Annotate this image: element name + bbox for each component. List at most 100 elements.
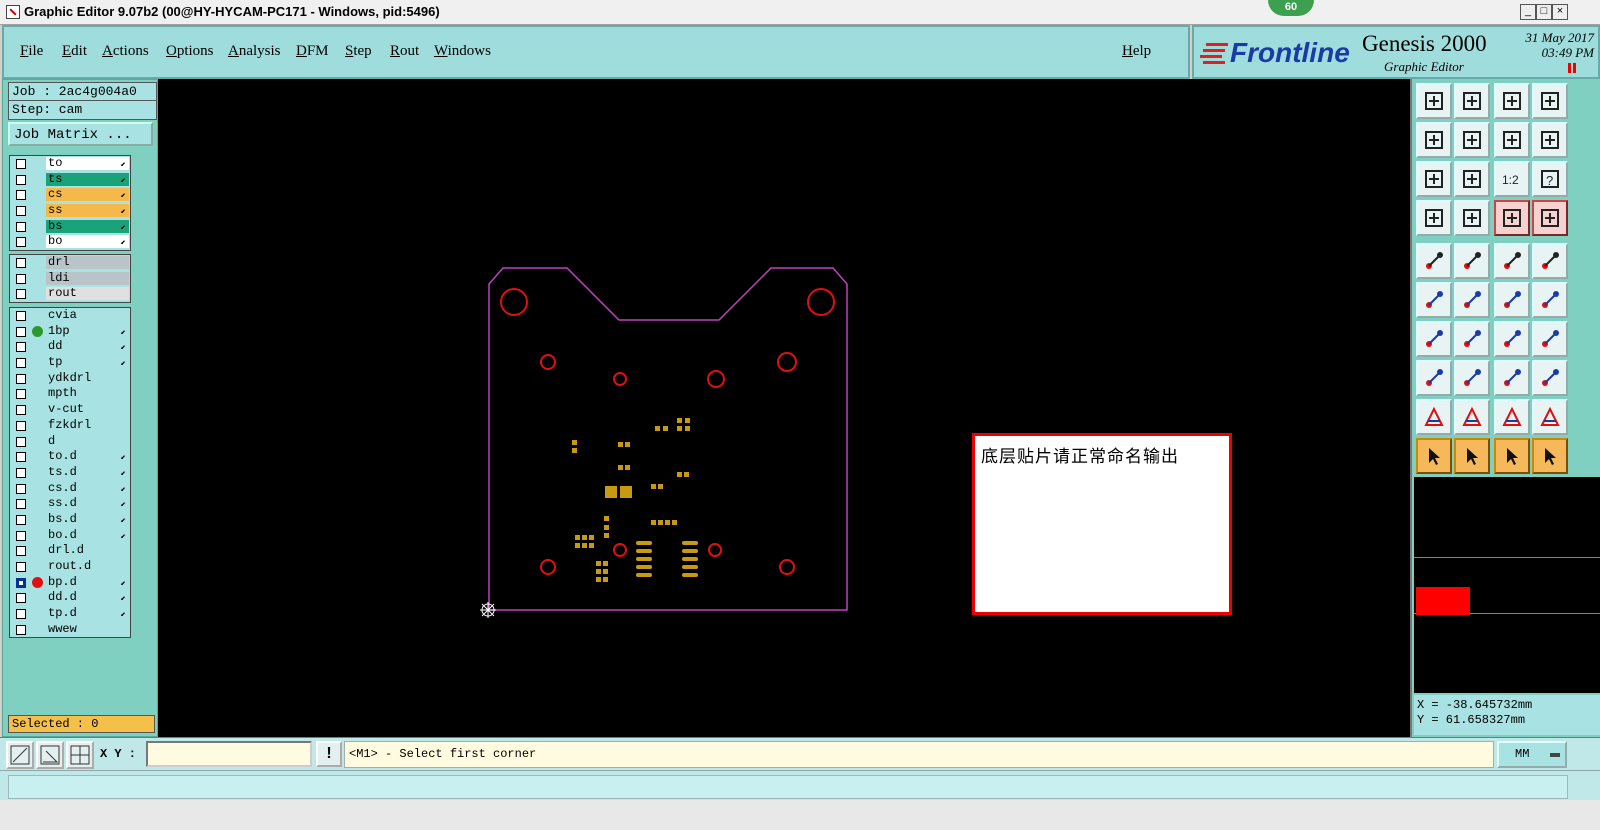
layer-name[interactable]: drl.d (46, 544, 129, 558)
pad-tool-button[interactable] (1416, 360, 1452, 396)
grid-mode-button[interactable] (66, 741, 94, 769)
layer-name[interactable]: ts.d ⬋ (46, 465, 129, 479)
layer-name[interactable]: cvia (46, 309, 129, 322)
layer-name[interactable]: fzkdrl (46, 418, 129, 432)
angle-mode-button[interactable] (36, 741, 64, 769)
layer-checkbox[interactable] (16, 174, 26, 185)
layer-checkbox[interactable] (16, 389, 26, 400)
snap-tool-button[interactable] (1454, 200, 1490, 236)
layer-row[interactable]: cvia (10, 308, 130, 324)
layer-checkbox[interactable] (16, 514, 26, 525)
layer-row[interactable]: ydkdrl (10, 371, 130, 387)
layer-checkbox[interactable] (16, 326, 26, 337)
layer-checkbox[interactable] (16, 483, 26, 494)
triangle-alt-tool-button[interactable] (1454, 399, 1490, 435)
layer-checkbox[interactable] (16, 159, 26, 169)
maximize-button[interactable]: □ (1536, 4, 1552, 20)
pan-right-tool-button[interactable] (1454, 122, 1490, 158)
outline-tool-button[interactable] (1454, 243, 1490, 279)
point-tool-button[interactable] (1494, 282, 1530, 318)
layer-checkbox[interactable] (16, 190, 26, 201)
layer-name[interactable]: wwew (46, 622, 129, 636)
zoom-home-tool-button[interactable] (1416, 83, 1452, 119)
layer-checkbox[interactable] (16, 258, 26, 268)
overview-map[interactable] (1414, 477, 1600, 693)
circle-tool-button[interactable] (1532, 243, 1568, 279)
layer-name[interactable]: dd.d ⬋ (46, 591, 129, 605)
mirror-tool-button[interactable] (1532, 321, 1568, 357)
fill-tool-button[interactable] (1416, 243, 1452, 279)
menu-edit[interactable]: Edit (62, 43, 87, 60)
menu-actions[interactable]: Actions (102, 43, 149, 60)
layer-name[interactable]: ss ⬋ (46, 204, 129, 218)
layer-checkbox[interactable] (16, 289, 26, 300)
undo-view-tool-button[interactable] (1494, 122, 1530, 158)
layer-checkbox[interactable] (16, 452, 26, 463)
select-tool-button[interactable] (1416, 438, 1452, 474)
menu-dfm[interactable]: DFM (296, 43, 329, 60)
layer-name[interactable]: ss.d ⬋ (46, 497, 129, 511)
layer-name[interactable]: drl (46, 256, 129, 269)
layer-checkbox[interactable] (16, 593, 26, 604)
ruler-tool-button[interactable] (1494, 243, 1530, 279)
layer-name[interactable]: tp ⬋ (46, 356, 129, 370)
layer-name[interactable]: v-cut (46, 403, 129, 417)
layer-name[interactable]: ldi (46, 271, 129, 285)
home-tool-button[interactable] (1494, 83, 1530, 119)
layer-name[interactable]: dd ⬋ (46, 340, 129, 354)
layer-checkbox[interactable] (16, 206, 26, 217)
layer-name[interactable]: bs.d ⬋ (46, 512, 129, 526)
point-alt-tool-button[interactable] (1532, 282, 1568, 318)
layer-checkbox[interactable] (16, 311, 26, 321)
menu-rout[interactable]: Rout (390, 43, 419, 60)
layer-row[interactable]: drl.d (10, 543, 130, 559)
layer-checkbox[interactable] (16, 342, 26, 353)
layer-checkbox[interactable] (16, 467, 26, 478)
line-tool-button[interactable] (1416, 321, 1452, 357)
layer-row[interactable]: rout (10, 286, 130, 302)
layer-row[interactable]: d (10, 434, 130, 450)
group-tool-button[interactable] (1532, 360, 1568, 396)
cross-tool-button[interactable] (1454, 282, 1490, 318)
select-net-tool-button[interactable] (1532, 438, 1568, 474)
layer-row[interactable]: tp ⬋ (10, 355, 130, 371)
menu-options[interactable]: Options (166, 43, 214, 60)
layer-name[interactable]: bp.d ⬋ (46, 575, 129, 589)
layer-row[interactable]: ldi (10, 271, 130, 287)
layer-row[interactable]: to ⬋ (10, 156, 130, 172)
layer-name[interactable]: cs ⬋ (46, 188, 129, 202)
layer-row[interactable]: v-cut (10, 402, 130, 418)
layer-name[interactable]: d (46, 434, 129, 448)
layer-row[interactable]: bp.d ⬋ (10, 575, 130, 591)
overview-viewport[interactable] (1416, 587, 1470, 615)
menu-step[interactable]: Step (345, 43, 372, 60)
xy-input[interactable] (146, 741, 312, 767)
layer-checkbox[interactable] (16, 237, 26, 248)
layer-name[interactable]: tp.d ⬋ (46, 607, 129, 621)
menu-help[interactable]: Help (1122, 43, 1151, 60)
menu-windows[interactable]: Windows (434, 43, 491, 60)
layer-name[interactable]: to.d ⬋ (46, 450, 129, 464)
layer-name[interactable]: ts ⬋ (46, 172, 129, 186)
layer-checkbox[interactable] (16, 405, 26, 416)
minimize-button[interactable]: _ (1520, 4, 1536, 20)
layer-checkbox[interactable] (16, 420, 26, 431)
layer-row[interactable]: ss ⬋ (10, 203, 130, 219)
layer-name[interactable]: rout (46, 287, 129, 301)
layer-row[interactable]: fzkdrl (10, 418, 130, 434)
layer-checkbox[interactable] (16, 436, 26, 447)
layer-row[interactable]: ts.d ⬋ (10, 465, 130, 481)
snap-mode-button[interactable] (6, 741, 34, 769)
layer-checkbox[interactable] (16, 577, 26, 588)
layer-name[interactable]: cs.d ⬋ (46, 481, 129, 495)
help-tool-button[interactable]: ? (1532, 161, 1568, 197)
select-alt-tool-button[interactable] (1494, 438, 1530, 474)
window-tool-button[interactable] (1532, 83, 1568, 119)
units-select[interactable]: MM (1497, 741, 1567, 768)
connect-tool-button[interactable] (1416, 282, 1452, 318)
scale-1-2-tool-button[interactable]: 1:2 (1494, 161, 1530, 197)
layer-row[interactable]: to.d ⬋ (10, 449, 130, 465)
layer-checkbox[interactable] (16, 273, 26, 284)
line-alt-tool-button[interactable] (1454, 321, 1490, 357)
fit-tool-button[interactable] (1416, 161, 1452, 197)
